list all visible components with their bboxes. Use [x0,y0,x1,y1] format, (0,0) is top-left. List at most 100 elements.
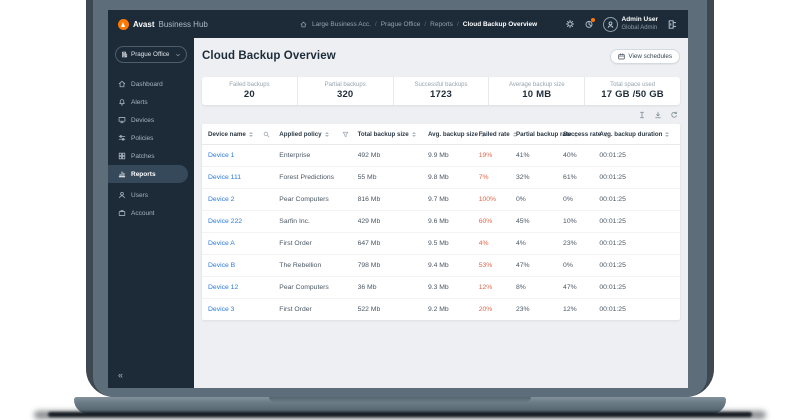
summary-stats-card: Failed backups 20 Partial backups 320 Su… [202,77,680,105]
column-header-applied-policy[interactable]: Applied policy [279,131,357,138]
home-icon[interactable] [300,21,307,28]
search-icon[interactable] [263,131,270,138]
breadcrumb-separator: / [375,21,377,28]
sort-icon[interactable] [665,132,669,137]
site-selector[interactable]: Prague Office [115,46,187,63]
cell-device-name[interactable]: Device 12 [208,284,279,291]
column-header-avg-backup-duration[interactable]: Avg. backup duration [599,131,674,138]
breadcrumb-item[interactable]: Reports [430,21,453,28]
stat-value: 1723 [430,89,452,100]
cell-success-rate: 61% [563,174,599,181]
cell-avg-backup-size: 9.3 Mb [428,284,479,291]
sidebar-item-devices[interactable]: Devices [108,111,194,129]
column-header-device-name[interactable]: Device name [208,131,279,138]
whats-new-icon[interactable] [584,19,594,29]
cell-avg-backup-duration: 00:01:25 [599,262,674,269]
sidebar-item-label: Account [131,210,155,217]
table-row: Device B The Rebellion 798 Mb 9.4 Mb 53%… [202,255,680,277]
cell-device-name[interactable]: Device 1 [208,152,279,159]
cell-applied-policy: Pear Computers [279,196,357,203]
cell-device-name[interactable]: Device 2 [208,196,279,203]
columns-icon[interactable] [638,111,646,119]
cell-total-backup-size: 816 Mb [358,196,428,203]
cell-failed-rate: 4% [479,240,516,247]
brand-suffix: Business Hub [159,20,208,29]
cell-success-rate: 23% [563,240,599,247]
filter-icon[interactable] [342,131,349,138]
table-row: Device 111 Forest Predictions 55 Mb 9.8 … [202,167,680,189]
cell-applied-policy: First Order [279,306,357,313]
sidebar-item-alerts[interactable]: Alerts [108,93,194,111]
cell-avg-backup-duration: 00:01:25 [599,240,674,247]
cell-success-rate: 0% [563,196,599,203]
cell-total-backup-size: 492 Mb [358,152,428,159]
sidebar-item-label: Patches [131,153,155,160]
sliders-icon [118,134,126,142]
breadcrumb-item[interactable]: Prague Office [381,21,421,28]
sidebar-item-policies[interactable]: Policies [108,129,194,147]
logout-icon[interactable] [667,19,678,30]
gear-icon[interactable] [565,19,575,29]
stat-average-backup-size: Average backup size 10 MB [488,77,584,105]
view-schedules-button[interactable]: View schedules [610,49,680,64]
sidebar-item-dashboard[interactable]: Dashboard [108,75,194,93]
sidebar-item-patches[interactable]: Patches [108,147,194,165]
chevron-down-icon [175,52,181,58]
monitor-icon [118,116,126,124]
app-body: Prague Office Dashboard [108,38,688,388]
column-header-success-rate[interactable]: Success rate [563,131,599,138]
cell-avg-backup-duration: 00:01:25 [599,174,674,181]
user-name: Admin User [622,16,658,24]
cell-applied-policy: Forest Predictions [279,174,357,181]
page-title: Cloud Backup Overview [202,50,336,62]
sort-icon[interactable] [412,132,416,137]
cell-avg-backup-size: 9.6 Mb [428,218,479,225]
stat-total-space-used: Total space used 17 GB /50 GB [584,77,680,105]
cell-device-name[interactable]: Device 111 [208,174,279,181]
brand: Avast Business Hub [118,19,300,30]
cell-avg-backup-duration: 00:01:25 [599,218,674,225]
user-menu[interactable]: Admin User Global Admin [603,16,658,32]
cell-total-backup-size: 798 Mb [358,262,428,269]
cell-failed-rate: 7% [479,174,516,181]
table-row: Device 1 Enterprise 492 Mb 9.9 Mb 19% 41… [202,145,680,167]
stat-partial-backups: Partial backups 320 [297,77,393,105]
breadcrumb-item[interactable]: Large Business Acc. [312,21,371,28]
download-icon[interactable] [654,111,662,119]
sidebar-item-reports[interactable]: Reports [108,165,188,183]
sidebar-item-label: Users [131,192,148,199]
table-toolbar [202,107,678,123]
cell-device-name[interactable]: Device B [208,262,279,269]
cell-failed-rate: 12% [479,284,516,291]
sidebar-item-label: Dashboard [131,81,163,88]
sort-icon[interactable] [325,132,329,137]
column-header-partial-backup-rate[interactable]: Partial backup rate [516,131,563,138]
cell-failed-rate: 20% [479,306,516,313]
cell-total-backup-size: 36 Mb [358,284,428,291]
stat-label: Average backup size [509,82,565,88]
cell-success-rate: 0% [563,262,599,269]
table-row: Device 3 First Order 522 Mb 9.2 Mb 20% 2… [202,299,680,320]
column-header-avg-backup-size[interactable]: Avg. backup size [428,131,479,138]
sort-icon[interactable] [249,132,253,137]
sidebar-collapse-button[interactable]: « [118,371,123,380]
cell-device-name[interactable]: Device 3 [208,306,279,313]
cell-avg-backup-size: 9.9 Mb [428,152,479,159]
column-header-failed-rate[interactable]: Failed rate [479,131,516,138]
column-header-total-backup-size[interactable]: Total backup size [358,131,428,138]
sidebar-item-users[interactable]: Users [108,186,194,204]
brand-name: Avast [133,20,155,29]
cell-device-name[interactable]: Device 222 [208,218,279,225]
cell-partial-backup-rate: 32% [516,174,563,181]
sidebar-item-account[interactable]: Account [108,204,194,222]
breadcrumb-separator: / [424,21,426,28]
cell-partial-backup-rate: 47% [516,262,563,269]
app-topbar: Avast Business Hub Large Business Acc. /… [108,10,688,38]
table-row: Device 222 Sarfin Inc. 429 Mb 9.6 Mb 60%… [202,211,680,233]
refresh-icon[interactable] [670,111,678,119]
stat-label: Partial backups [325,82,366,88]
cell-device-name[interactable]: Device A [208,240,279,247]
cell-applied-policy: First Order [279,240,357,247]
page: Avast Business Hub Large Business Acc. /… [0,0,800,420]
sidebar-item-label: Policies [131,135,153,142]
